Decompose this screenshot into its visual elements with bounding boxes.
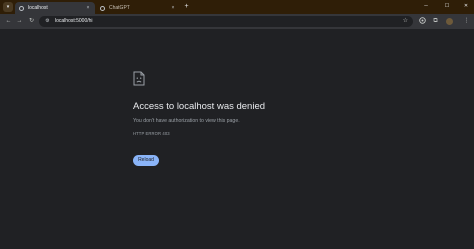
error-description: You don't have authorization to view thi… (133, 118, 240, 124)
tab-strip: ▾ localhost × ChatGPT × + ─ ☐ ✕ (0, 0, 474, 14)
forward-button[interactable]: → (15, 17, 24, 26)
url-text[interactable]: localhost:5000/hi (55, 16, 93, 27)
close-icon[interactable]: × (85, 5, 91, 11)
chatgpt-icon (100, 5, 105, 11)
minimize-button[interactable]: ─ (421, 1, 431, 12)
tab-localhost[interactable]: localhost × (15, 2, 95, 14)
kebab-menu-icon[interactable]: ⋮ (462, 17, 471, 26)
avatar[interactable] (446, 18, 453, 25)
tab-chatgpt[interactable]: ChatGPT × (96, 2, 180, 14)
bookmark-star-icon[interactable]: ☆ (403, 17, 408, 26)
back-button[interactable]: ← (4, 17, 13, 26)
close-icon[interactable]: × (170, 5, 176, 11)
sad-document-icon (133, 71, 145, 86)
extension-icon[interactable] (418, 17, 427, 26)
reload-button[interactable]: Reload (133, 155, 159, 166)
browser-toolbar: ← → ↻ ⚙ localhost:5000/hi ☆ ⧉ ⋮ (0, 14, 474, 29)
chevron-down-icon: ▾ (6, 4, 10, 10)
error-page (0, 29, 474, 249)
close-window-button[interactable]: ✕ (461, 1, 471, 12)
address-bar[interactable]: ⚙ localhost:5000/hi ☆ (39, 16, 413, 27)
reload-page-button[interactable]: ↻ (27, 17, 36, 26)
extensions-puzzle-icon[interactable]: ⧉ (431, 17, 440, 26)
new-tab-button[interactable]: + (182, 2, 191, 12)
globe-icon (19, 5, 24, 11)
maximize-button[interactable]: ☐ (442, 1, 452, 12)
error-code: HTTP ERROR 403 (133, 131, 170, 136)
tab-search-button[interactable]: ▾ (3, 2, 13, 12)
site-info-icon[interactable]: ⚙ (44, 18, 51, 25)
tab-title: ChatGPT (109, 5, 130, 11)
error-title: Access to localhost was denied (133, 101, 266, 112)
tab-title: localhost (28, 5, 48, 11)
